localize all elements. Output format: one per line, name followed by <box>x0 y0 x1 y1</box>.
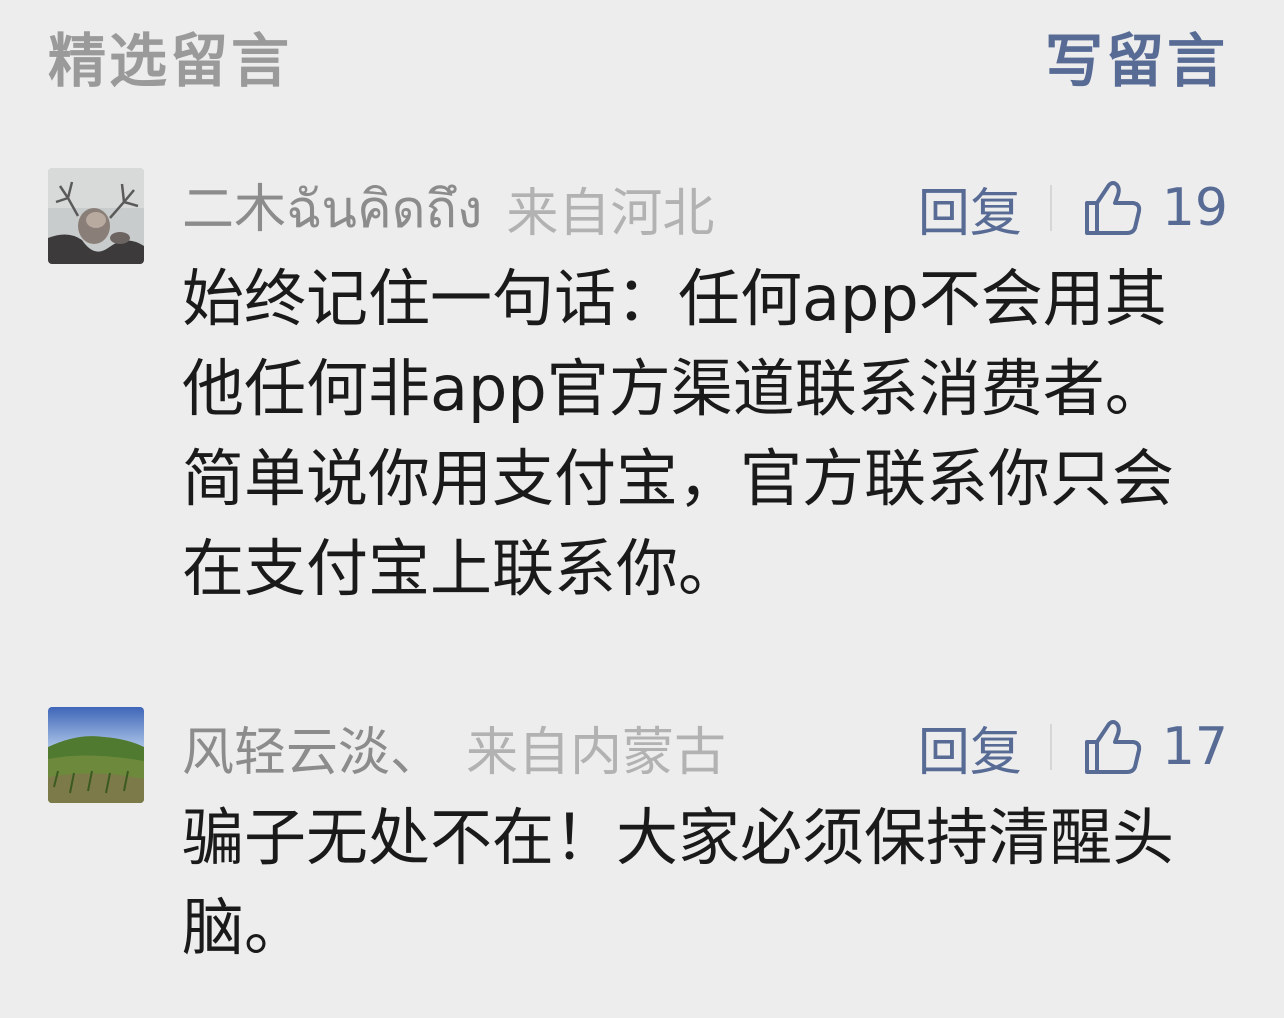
comment-meta: 二木ฉันคิดถึง 来自河北 回复 19 <box>182 170 1228 246</box>
section-title: 精选留言 <box>48 27 293 95</box>
reply-button[interactable]: 回复 <box>918 171 1022 246</box>
divider <box>1049 724 1052 770</box>
comment-location: 来自河北 <box>506 183 715 244</box>
comment-nickname[interactable]: 风轻云淡、 <box>182 710 442 785</box>
avatar[interactable] <box>48 707 144 803</box>
avatar[interactable] <box>48 168 144 264</box>
comment-content: 骗子无处不在！大家必须保持清醒头脑。 <box>182 801 1175 964</box>
comment-content: 始终记住一句话：任何app不会用其他任何非app官方渠道联系消费者。简单说你用支… <box>182 262 1175 605</box>
comment-location: 来自内蒙古 <box>466 722 727 783</box>
like-count: 19 <box>1161 178 1228 238</box>
thumbs-up-icon[interactable] <box>1082 177 1144 239</box>
write-comment-button[interactable]: 写留言 <box>1045 14 1228 98</box>
comment-nickname[interactable]: 二木ฉันคิดถึง <box>182 167 482 250</box>
thumbs-up-icon[interactable] <box>1082 716 1144 778</box>
like-count: 17 <box>1161 717 1228 777</box>
comments-header: 精选留言 写留言 <box>48 18 1228 95</box>
divider <box>1049 185 1052 231</box>
reply-button[interactable]: 回复 <box>918 710 1022 785</box>
comment-meta: 风轻云淡、 来自内蒙古 回复 17 <box>182 709 1228 785</box>
